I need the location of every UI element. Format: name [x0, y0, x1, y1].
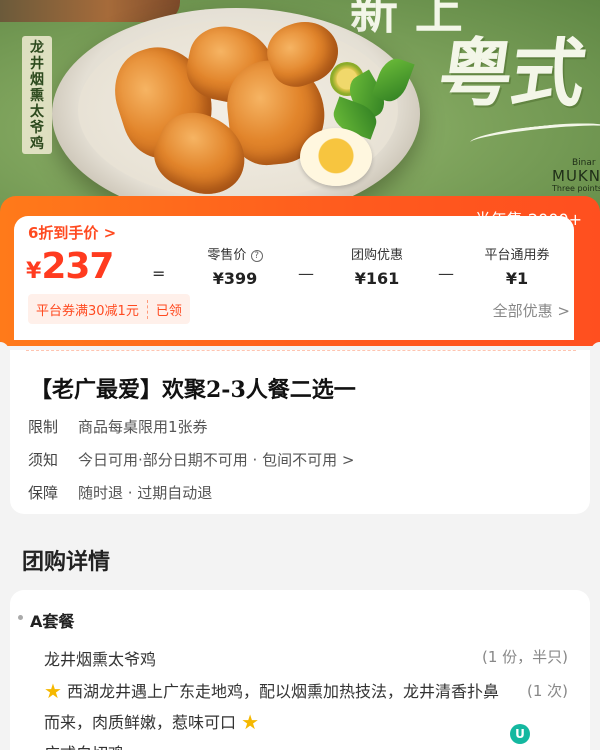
all-offers-link[interactable]: 全部优惠 >	[493, 300, 570, 321]
hero-banner[interactable]: 新 上 龙井烟熏太爷鸡 粤式 Binar MUKN Three points o…	[0, 0, 600, 215]
currency-symbol: ¥	[26, 259, 42, 284]
rule-guarantee: 保障 随时退 · 过期自动退	[28, 482, 212, 503]
card-notch-right	[591, 342, 600, 360]
platform-coupon-column: 平台通用券 ¥1	[462, 244, 572, 288]
package-name: A套餐	[30, 612, 75, 631]
rule-notice[interactable]: 须知 今日可用·部分日期不可用 · 包间不可用 >	[28, 449, 354, 470]
discount-label[interactable]: 6折到手价 >	[28, 222, 116, 243]
question-icon[interactable]: ?	[250, 250, 263, 262]
package-detail-card: A套餐 龙井烟熏太爷鸡 (1 份，半只) ★ 西湖龙井遇上广东走地鸡，配以烟熏加…	[10, 590, 590, 750]
retail-price-column: 零售价 ? ¥399	[180, 244, 290, 288]
star-icon: ★	[241, 710, 260, 734]
final-price-value: 237	[41, 246, 114, 287]
deal-info-card: 【老广最爱】欢聚2-3人餐二选一 限制 商品每桌限用1张券 须知 今日可用·部分日期…	[10, 350, 590, 514]
brand-name: MUKN	[552, 167, 600, 185]
rule-key: 限制	[28, 418, 59, 436]
rule-value: 今日可用·部分日期不可用 · 包间不可用 >	[78, 451, 355, 469]
banner-swash	[469, 118, 600, 152]
group-discount-column: 团购优惠 ¥161	[322, 244, 432, 288]
item-description-text: 西湖龙井遇上广东走地鸡，配以烟熏加热技法，龙井清香扑鼻而来，肉质鲜嫩，惹味可口	[44, 682, 500, 732]
deal-title: 【老广最爱】欢聚2-3人餐二选一	[30, 377, 356, 403]
rule-value: 商品每桌限用1张券	[78, 418, 208, 436]
retail-price-label-row: 零售价 ?	[180, 244, 290, 263]
item-description: ★ 西湖龙井遇上广东走地鸡，配以烟熏加热技法，龙井清香扑鼻而来，肉质鲜嫩，惹味可…	[44, 676, 504, 738]
card-divider	[26, 350, 576, 351]
retail-price-value: ¥399	[212, 269, 258, 288]
retail-price-label: 零售价	[207, 248, 247, 263]
description-quantity: (1 次)	[526, 682, 568, 700]
star-icon: ★	[44, 679, 62, 703]
coupon-text: 平台券满30减1元	[28, 299, 148, 319]
minus-sign: —	[438, 264, 454, 283]
banner-headline: 粤式	[433, 31, 590, 117]
platform-coupon-label: 平台通用券	[484, 248, 550, 263]
next-item-name: 广式白切鸡	[44, 740, 124, 750]
rule-key: 保障	[28, 484, 59, 502]
platform-coupon-value: ¥1	[505, 269, 529, 288]
item-name: 龙井烟熏太爷鸡	[44, 650, 157, 669]
brand-logo: Binar MUKN Three points of	[552, 158, 600, 194]
equals-sign: =	[152, 264, 166, 283]
coupon-status: 已领	[155, 303, 182, 319]
u-logo-icon[interactable]: U	[510, 724, 530, 744]
rule-limit: 限制 商品每桌限用1张券	[28, 416, 208, 437]
minus-sign: —	[298, 264, 314, 283]
bullet-dot	[18, 615, 23, 620]
section-title: 团购详情	[22, 550, 111, 575]
group-discount-value: ¥161	[354, 269, 400, 288]
coupon-badge[interactable]: 平台券满30减1元 已领	[28, 294, 190, 324]
rule-value: 随时退 · 过期自动退	[78, 484, 213, 502]
item-quantity: (1 份，半只)	[481, 648, 568, 666]
brand-sub: Three points of	[552, 184, 600, 193]
rule-key: 须知	[28, 451, 59, 469]
final-price: ¥237	[26, 246, 114, 287]
egg-garnish	[300, 128, 372, 186]
price-breakdown: 6折到手价 > ¥237 = 零售价 ? ¥399 — 团购优惠 ¥161 — …	[14, 216, 574, 340]
group-discount-label: 团购优惠	[350, 248, 403, 263]
price-card: 半年售 2000+ 6折到手价 > ¥237 = 零售价 ? ¥399 — 团购…	[0, 196, 600, 346]
dish-vertical-tag: 龙井烟熏太爷鸡	[22, 36, 52, 154]
